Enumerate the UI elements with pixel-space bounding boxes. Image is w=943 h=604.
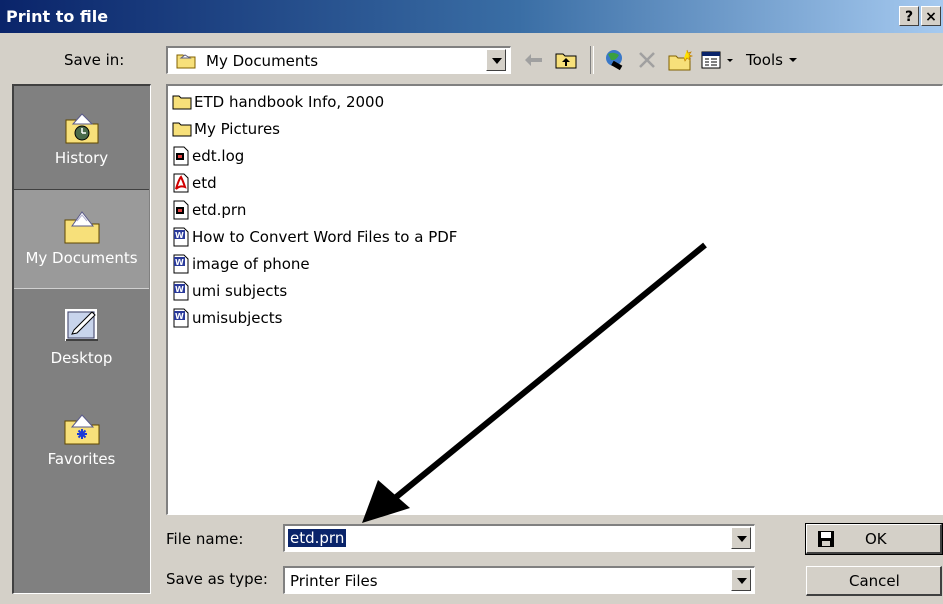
print-to-file-dialog: Print to file ? × Save in: My Documents … (0, 0, 943, 604)
pointer-arrow-annotation (362, 242, 707, 523)
